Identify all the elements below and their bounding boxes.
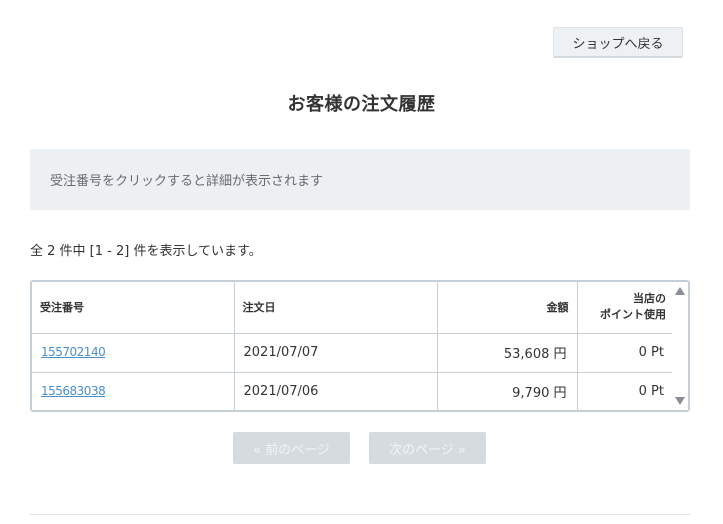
scroll-down-arrow-icon[interactable] bbox=[675, 397, 685, 405]
next-page-button[interactable]: 次のページ » bbox=[369, 432, 486, 464]
order-date-cell: 2021/07/06 bbox=[234, 372, 438, 410]
scroll-up-arrow-icon[interactable] bbox=[675, 287, 685, 295]
order-date-cell: 2021/07/07 bbox=[234, 333, 438, 373]
column-header-amount: 金額 bbox=[437, 282, 578, 334]
table-row: 155683038 2021/07/06 9,790 円 0 Pt bbox=[32, 372, 674, 410]
order-no-cell: 155683038 bbox=[32, 372, 235, 410]
points-cell: 0 Pt bbox=[638, 384, 664, 400]
table-row: 155702140 2021/07/07 53,608 円 0 Pt bbox=[32, 333, 674, 373]
previous-page-button[interactable]: « 前のページ bbox=[233, 432, 350, 464]
footer-divider bbox=[30, 514, 690, 515]
table-header-row: 受注番号 注文日 金額 当店の ポイント使用 bbox=[32, 282, 674, 334]
page-title: お客様の注文履歴 bbox=[287, 94, 436, 115]
order-history-table: 受注番号 注文日 金額 当店の ポイント使用 155702140 2021/07… bbox=[32, 282, 674, 410]
order-no-cell: 155702140 bbox=[32, 333, 235, 373]
order-number-link[interactable]: 155683038 bbox=[41, 384, 106, 398]
amount-cell: 9,790 円 bbox=[437, 372, 578, 410]
back-to-shop-button[interactable]: ショップへ戻る bbox=[553, 27, 683, 58]
column-header-points: 当店の ポイント使用 bbox=[577, 282, 674, 334]
column-header-order-date: 注文日 bbox=[234, 282, 438, 334]
table-scrollbar[interactable] bbox=[672, 282, 688, 410]
points-cell: 0 Pt bbox=[577, 333, 674, 373]
amount-cell: 53,608 円 bbox=[437, 333, 578, 373]
order-history-table-container[interactable]: 受注番号 注文日 金額 当店の ポイント使用 155702140 2021/07… bbox=[30, 280, 690, 412]
notice-text: 受注番号をクリックすると詳細が表示されます bbox=[50, 174, 324, 189]
column-header-order-no: 受注番号 bbox=[32, 282, 235, 334]
points-header-line2: ポイント使用 bbox=[600, 308, 666, 322]
result-count-summary: 全 2 件中 [1 - 2] 件を表示しています。 bbox=[30, 244, 262, 259]
order-number-link[interactable]: 155702140 bbox=[41, 345, 106, 359]
points-header-line1: 当店の bbox=[633, 292, 666, 306]
info-notice: 受注番号をクリックすると詳細が表示されます bbox=[30, 149, 690, 210]
